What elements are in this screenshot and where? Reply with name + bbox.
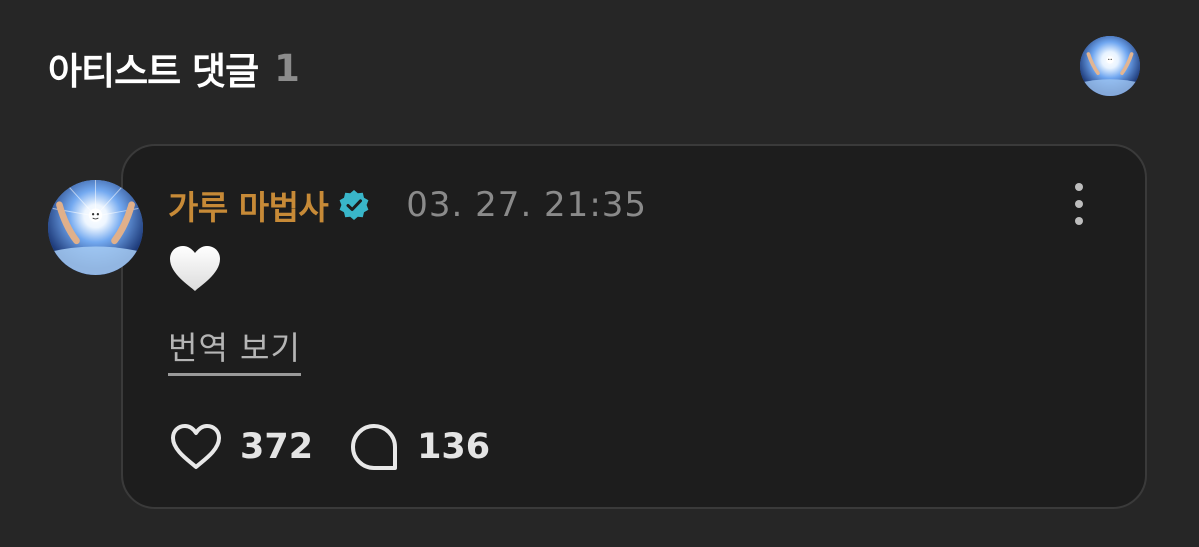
- comment-count: 1: [274, 46, 300, 90]
- comment-author-avatar[interactable]: [48, 180, 143, 275]
- verified-badge-icon: [338, 189, 370, 221]
- like-button[interactable]: 372: [170, 423, 313, 471]
- more-dot: [1075, 217, 1083, 225]
- comment-timestamp: 03. 27. 21:35: [406, 185, 648, 225]
- more-dot: [1075, 183, 1083, 191]
- reply-count: 136: [417, 427, 491, 467]
- comment-author-name[interactable]: 가루 마법사: [168, 181, 329, 229]
- avatar-glow-image: [1080, 36, 1140, 96]
- more-vertical-icon[interactable]: [1066, 183, 1092, 225]
- comment-meta: 가루 마법사 03. 27. 21:35: [168, 183, 647, 227]
- white-heart-emoji: [170, 246, 220, 291]
- avatar-glow-image: [48, 180, 143, 275]
- comment-body: [168, 244, 222, 294]
- comment-actions: 372 136: [170, 422, 490, 472]
- translate-link[interactable]: 번역 보기: [168, 323, 301, 376]
- reply-button[interactable]: 136: [349, 422, 490, 472]
- speech-bubble-icon: [351, 424, 398, 470]
- more-dot: [1075, 200, 1083, 208]
- section-title: 아티스트 댓글: [48, 50, 259, 93]
- user-avatar[interactable]: [1080, 36, 1140, 96]
- like-count: 372: [240, 427, 314, 467]
- heart-outline-icon: [171, 424, 221, 469]
- section-header: 아티스트 댓글 1: [48, 42, 300, 94]
